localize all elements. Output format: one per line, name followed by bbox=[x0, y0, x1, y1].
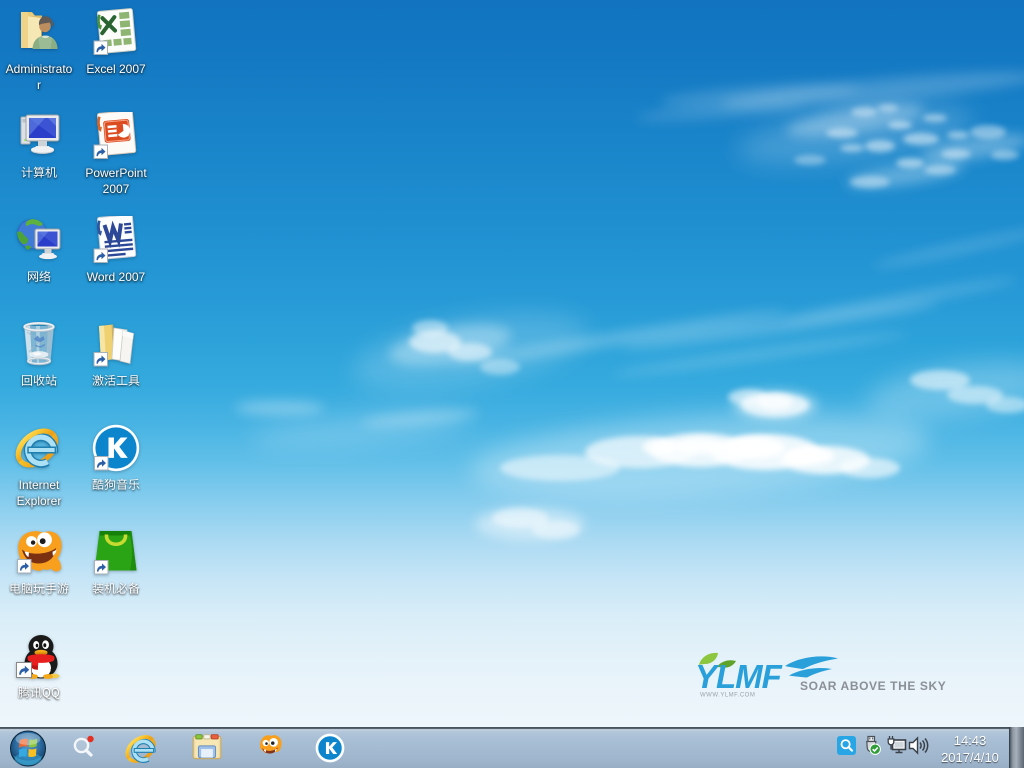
svg-text:SOAR ABOVE THE SKY: SOAR ABOVE THE SKY bbox=[800, 679, 946, 693]
svg-text:YLMF: YLMF bbox=[697, 658, 783, 695]
svg-text:WWW.YLMF.COM: WWW.YLMF.COM bbox=[700, 693, 755, 699]
